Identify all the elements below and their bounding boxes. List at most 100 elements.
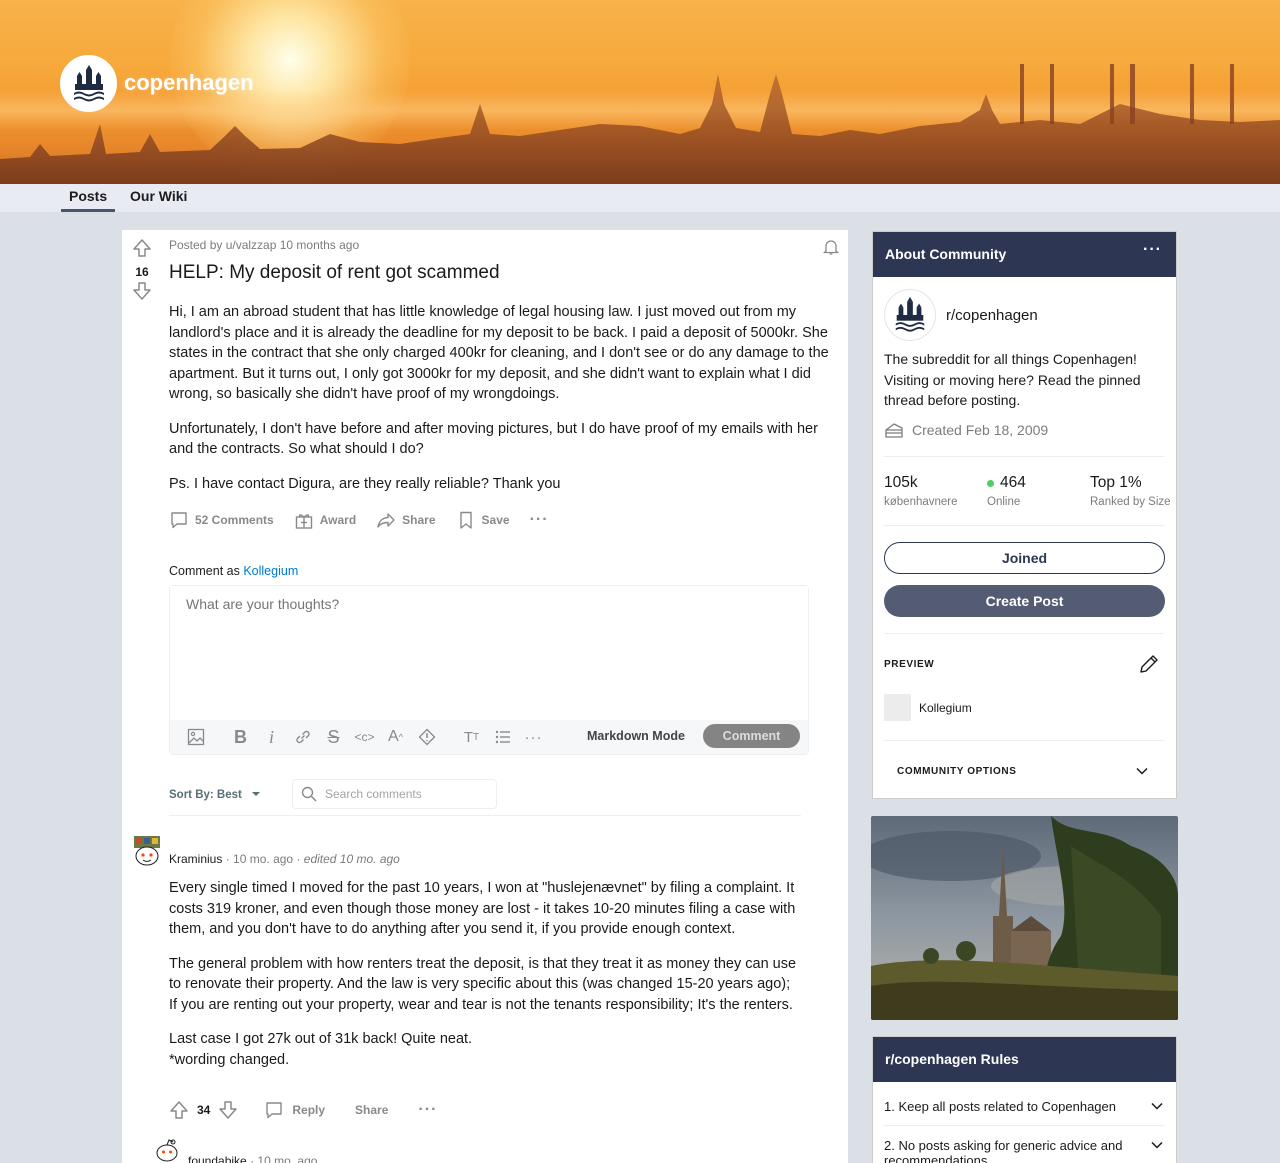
- community-created: Created Feb 18, 2009: [884, 421, 1048, 439]
- rules-card: r/copenhagen Rules 1. Keep all posts rel…: [872, 1036, 1177, 1163]
- comment-icon[interactable]: [264, 1100, 284, 1120]
- post-body: Hi, I am an abroad student that has litt…: [169, 302, 833, 508]
- post-title: HELP: My deposit of rent got scammed: [169, 262, 500, 283]
- edit-pencil-icon[interactable]: [1138, 653, 1160, 675]
- create-post-button[interactable]: Create Post: [884, 585, 1165, 617]
- about-community-header: About Community ···: [873, 232, 1176, 277]
- search-comments-input[interactable]: Search comments: [292, 779, 497, 809]
- rank-stat: Top 1% Ranked by Size: [1090, 474, 1171, 508]
- about-more-button[interactable]: ···: [1143, 241, 1162, 259]
- post-score: 16: [135, 265, 149, 279]
- comment-textarea[interactable]: [170, 586, 808, 721]
- chevron-down-icon[interactable]: [1135, 764, 1149, 778]
- spoiler-icon[interactable]: [411, 724, 442, 750]
- comment-author[interactable]: foundabike: [188, 1154, 247, 1163]
- user-avatar[interactable]: [132, 834, 162, 868]
- comment-more-button[interactable]: ···: [418, 1101, 437, 1119]
- chevron-down-icon[interactable]: [1150, 1138, 1164, 1152]
- online-stat: 464 Online: [987, 474, 1026, 508]
- award-button[interactable]: Award: [294, 510, 356, 530]
- tab-wiki[interactable]: Our Wiki: [130, 188, 187, 204]
- rule-item[interactable]: 1. Keep all posts related to Copenhagen: [884, 1099, 1164, 1114]
- comment-share-button[interactable]: Share: [355, 1103, 388, 1117]
- online-indicator-icon: [987, 479, 994, 487]
- cake-icon: [885, 423, 903, 438]
- comments-button[interactable]: 52 Comments: [169, 510, 274, 530]
- user-avatar[interactable]: [154, 1138, 180, 1163]
- comment-as-user[interactable]: Kollegium: [243, 564, 298, 578]
- bold-icon[interactable]: B: [225, 724, 256, 750]
- sort-dropdown[interactable]: Sort By: Best: [169, 789, 261, 801]
- community-logo[interactable]: [60, 55, 117, 112]
- more-formatting-icon[interactable]: ···: [518, 724, 549, 750]
- post-paragraph: Unfortunately, I don't have before and a…: [169, 420, 818, 458]
- church-photo: [871, 816, 1178, 1020]
- comment-paragraph: The general problem with how renters tre…: [169, 955, 797, 1013]
- caret-down-icon: [252, 792, 261, 796]
- community-stats: 105k københavnere 464 Online Top 1% Rank…: [884, 474, 1193, 508]
- image-icon[interactable]: [180, 724, 211, 750]
- editor-toolbar: B i S <c> A ^ TT ··· Markdown Mode Commen…: [170, 720, 808, 754]
- heading-icon[interactable]: TT: [456, 724, 487, 750]
- comment-edited: edited 10 mo. ago: [303, 852, 400, 866]
- castle-icon: [73, 64, 104, 101]
- community-identity: r/copenhagen: [884, 289, 1038, 341]
- tab-posts[interactable]: Posts: [60, 188, 116, 212]
- more-options-button[interactable]: ···: [530, 511, 549, 529]
- comment-sort-bar: Sort By: Best Search comments: [169, 778, 801, 816]
- comment-paragraph: Every single timed I moved for the past …: [169, 880, 796, 937]
- comment-time[interactable]: 10 mo. ago: [233, 852, 293, 866]
- bookmark-icon: [459, 511, 472, 529]
- downvote-icon[interactable]: [218, 1100, 238, 1120]
- comment-icon: [171, 512, 187, 529]
- comment-paragraph: *wording changed.: [169, 1051, 290, 1068]
- notification-bell-icon[interactable]: [822, 238, 840, 256]
- comment-header: foundabike · 10 mo. ago: [188, 1154, 317, 1163]
- downvote-icon[interactable]: [132, 281, 152, 301]
- post-paragraph: Hi, I am an abroad student that has litt…: [169, 304, 829, 402]
- comment-actions: 34 Reply Share ···: [169, 1100, 437, 1120]
- bulleted-list-icon[interactable]: [487, 724, 518, 750]
- community-description: The subreddit for all things Copenhagen!…: [884, 351, 1141, 408]
- joined-button[interactable]: Joined: [884, 542, 1165, 574]
- chevron-down-icon[interactable]: [1150, 1099, 1164, 1113]
- castle-icon: [895, 296, 925, 332]
- preview-label: PREVIEW: [884, 659, 935, 670]
- share-icon: [377, 513, 395, 528]
- community-options-toggle[interactable]: COMMUNITY OPTIONS: [897, 766, 1016, 777]
- post-meta: Posted by u/valzzap 10 months ago: [169, 238, 360, 252]
- italic-icon[interactable]: i: [256, 724, 287, 750]
- comment-paragraph: Last case I got 27k out of 31k back! Qui…: [169, 1031, 473, 1047]
- rule-item[interactable]: 2. No posts asking for generic advice an…: [884, 1138, 1164, 1163]
- award-icon: [295, 514, 312, 529]
- comment-time[interactable]: 10 mo. ago: [257, 1154, 317, 1163]
- markdown-mode-toggle[interactable]: Markdown Mode: [587, 729, 685, 743]
- about-community-card: About Community ··· r/copenhagen The sub…: [872, 231, 1177, 799]
- comment-header: Kraminius · 10 mo. ago · edited 10 mo. a…: [169, 852, 400, 866]
- post-actions: 52 Comments Award Share Save ···: [169, 510, 549, 530]
- members-stat: 105k københavnere: [884, 474, 958, 508]
- submit-comment-button[interactable]: Comment: [703, 724, 800, 748]
- community-handle[interactable]: r/copenhagen: [946, 307, 1038, 324]
- comment-editor: B i S <c> A^ TT ··· Markdown Mode Commen…: [169, 585, 809, 755]
- comment-as-label: Comment as Kollegium: [169, 564, 299, 578]
- preview-avatar: [884, 694, 911, 721]
- post-paragraph: Ps. I have contact Digura, are they real…: [169, 475, 561, 492]
- strikethrough-icon[interactable]: S: [318, 724, 349, 750]
- save-button[interactable]: Save: [456, 510, 510, 530]
- link-icon[interactable]: [287, 724, 318, 750]
- post-vote-column: 16: [130, 238, 154, 306]
- upvote-icon[interactable]: [132, 238, 152, 258]
- comment-author[interactable]: Kraminius: [169, 852, 222, 866]
- upvote-icon[interactable]: [169, 1100, 189, 1120]
- superscript-icon[interactable]: A ^: [380, 724, 411, 750]
- community-title[interactable]: copenhagen: [124, 70, 254, 96]
- reply-button[interactable]: Reply: [292, 1103, 325, 1117]
- preview-user: Kollegium: [884, 694, 972, 721]
- community-banner: copenhagen: [0, 0, 1280, 184]
- share-button[interactable]: Share: [376, 510, 436, 530]
- comment-score: 34: [197, 1103, 211, 1117]
- inline-code-icon[interactable]: <c>: [349, 724, 380, 750]
- community-avatar[interactable]: [884, 289, 936, 341]
- comment-body: Every single timed I moved for the past …: [169, 878, 799, 1084]
